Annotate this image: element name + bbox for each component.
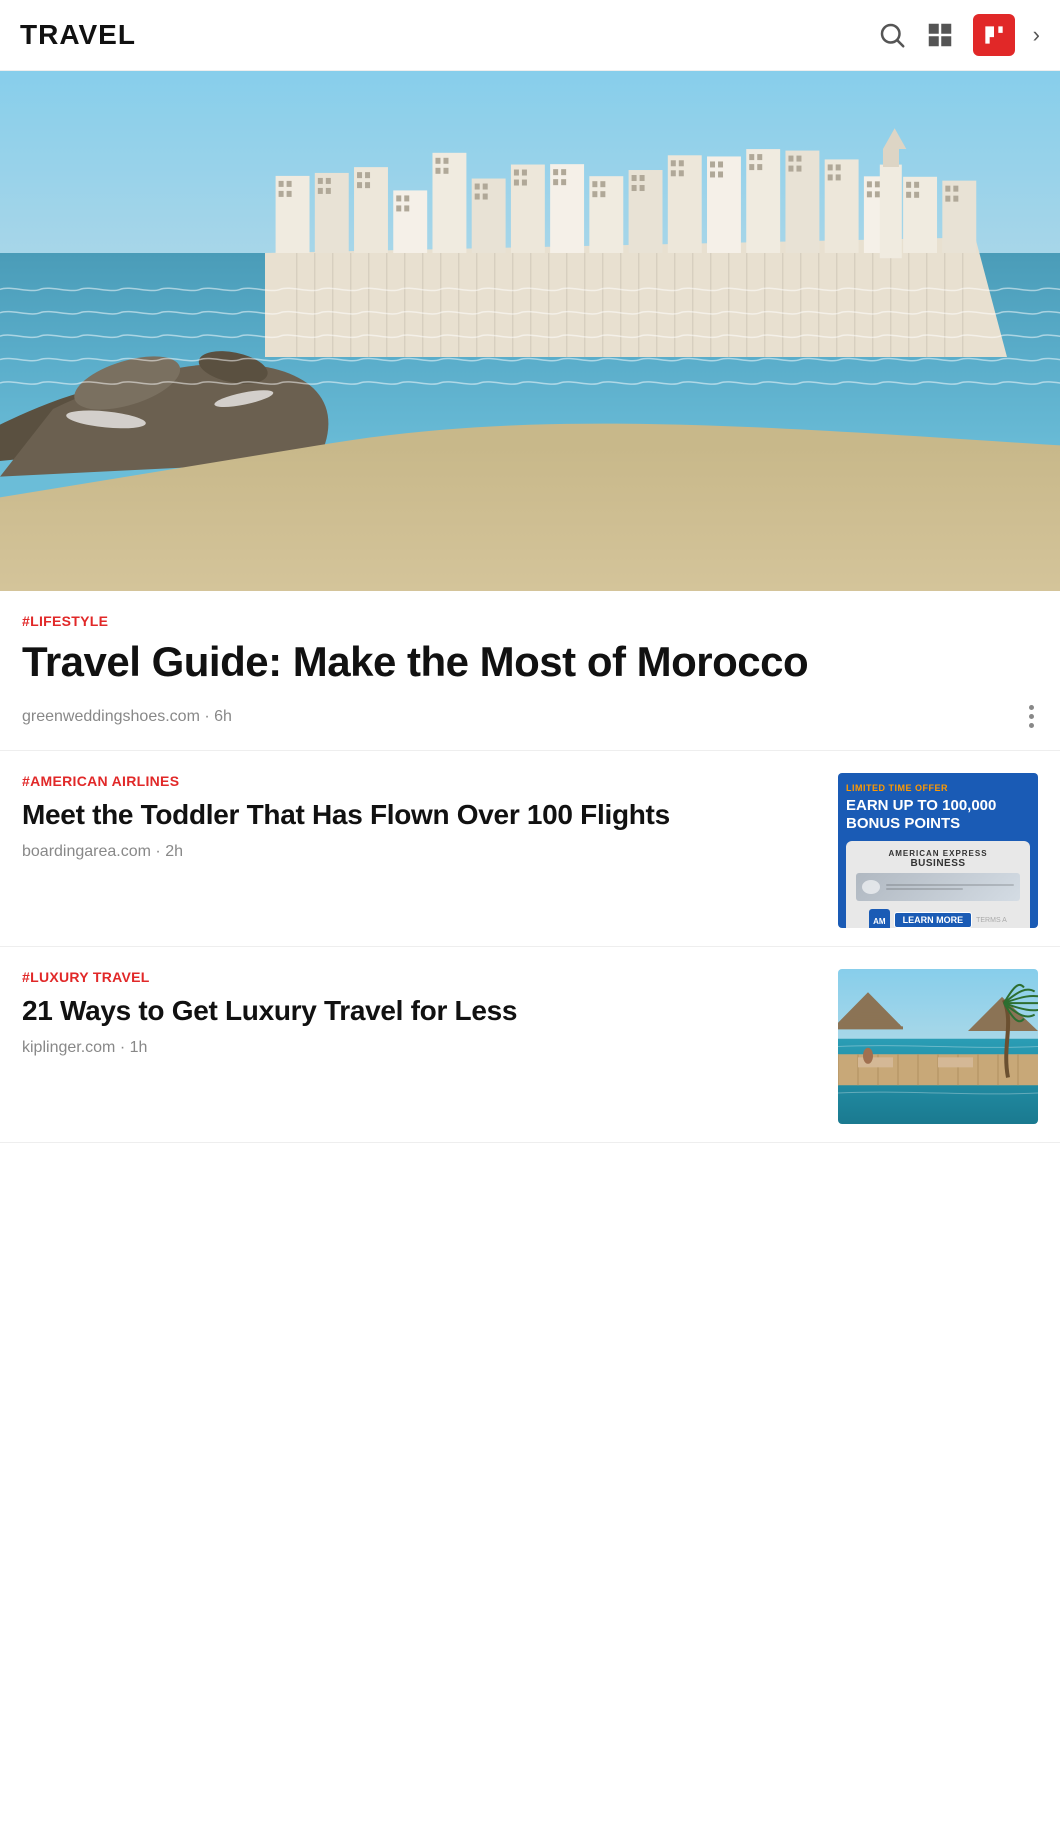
article-title: 21 Ways to Get Luxury Travel for Less [22, 995, 822, 1027]
article-content: #LUXURY TRAVEL 21 Ways to Get Luxury Tra… [22, 969, 822, 1057]
ad-limited-offer: LIMITED TIME OFFER [846, 783, 948, 793]
search-button[interactable] [877, 20, 907, 50]
flipboard-logo [973, 14, 1015, 56]
article-title: Meet the Toddler That Has Flown Over 100… [22, 799, 822, 831]
article-item[interactable]: #AMERICAN AIRLINES Meet the Toddler That… [0, 751, 1060, 947]
article-tag: #AMERICAN AIRLINES [22, 773, 822, 789]
ad-headline: EARN UP TO 100,000 BONUS POINTS [846, 797, 1030, 833]
ad-card-graphic [856, 873, 1020, 901]
ad-banner[interactable]: LIMITED TIME OFFER EARN UP TO 100,000 BO… [838, 773, 1038, 928]
article-item[interactable]: #LUXURY TRAVEL 21 Ways to Get Luxury Tra… [0, 947, 1060, 1143]
article-tag: #LUXURY TRAVEL [22, 969, 822, 985]
article-item[interactable]: #LIFESTYLE Travel Guide: Make the Most o… [0, 591, 1060, 751]
article-tag: #LIFESTYLE [22, 613, 1038, 629]
amex-branding: AM LEARN MORE TERMS A [869, 909, 1007, 928]
header-icons: › [877, 14, 1040, 56]
article-meta: greenweddingshoes.com · 6h [22, 701, 1038, 732]
article-source-time: kiplinger.com · 1h [22, 1039, 147, 1057]
hero-image [0, 71, 1060, 591]
amex-logo-box: AM [869, 909, 889, 928]
article-thumbnail [838, 969, 1038, 1124]
more-options-button[interactable] [1025, 701, 1038, 732]
ad-terms: TERMS A [976, 917, 1007, 924]
flipboard-f-icon [981, 22, 1007, 48]
article-content: #AMERICAN AIRLINES Meet the Toddler That… [22, 773, 822, 861]
chevron-right-icon: › [1033, 22, 1040, 48]
app-header: TRAVEL › [0, 0, 1060, 71]
page-title: TRAVEL [20, 19, 877, 51]
article-title: Travel Guide: Make the Most of Morocco [22, 639, 1038, 685]
card-lines [886, 884, 1014, 890]
article-source-time: greenweddingshoes.com · 6h [22, 708, 232, 726]
hero-image-container[interactable] [0, 71, 1060, 591]
ad-card-brand: AMERICAN EXPRESS [888, 849, 987, 858]
article-source-time: boardingarea.com · 2h [22, 843, 183, 861]
dot [1029, 723, 1034, 728]
ad-card-visual: AMERICAN EXPRESS BUSINESS AM LEARN MORE … [846, 841, 1030, 928]
grid-icon [925, 20, 955, 50]
dot [1029, 705, 1034, 710]
article-meta: boardingarea.com · 2h [22, 843, 822, 861]
more-button[interactable]: › [1033, 22, 1040, 48]
dot [1029, 714, 1034, 719]
ad-learn-more-button[interactable]: LEARN MORE [894, 912, 973, 928]
ad-card-type: BUSINESS [910, 858, 965, 869]
article-meta: kiplinger.com · 1h [22, 1039, 822, 1057]
resort-image [838, 969, 1038, 1124]
flipboard-button[interactable] [973, 14, 1015, 56]
search-icon [877, 20, 907, 50]
card-chip [862, 880, 880, 894]
grid-button[interactable] [925, 20, 955, 50]
